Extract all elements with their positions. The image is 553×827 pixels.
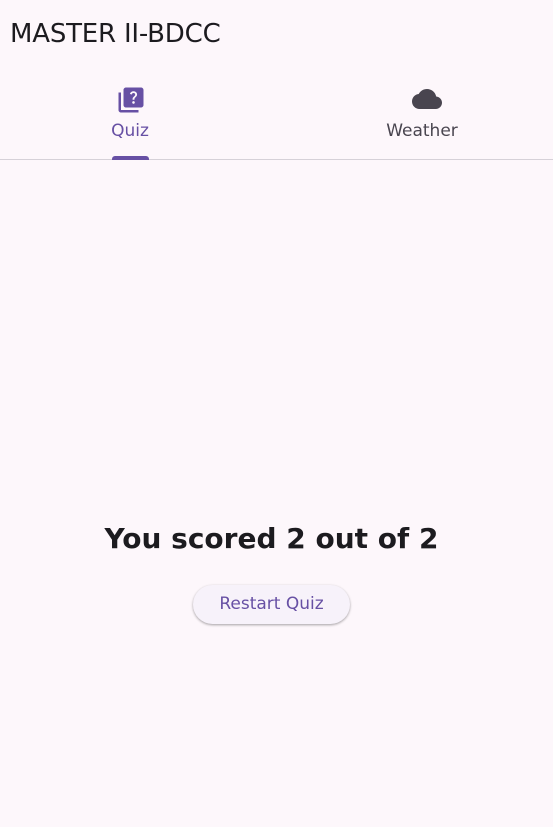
- score-text: You scored 2 out of 2: [104, 522, 439, 555]
- tab-bar: Quiz Weather: [0, 72, 553, 160]
- tab-quiz-label: Quiz: [111, 121, 149, 141]
- quiz-icon: [118, 87, 144, 113]
- restart-quiz-button[interactable]: Restart Quiz: [193, 585, 350, 624]
- cloud-icon: [412, 89, 442, 109]
- app-title: MASTER II-BDCC: [10, 19, 221, 49]
- tab-quiz[interactable]: Quiz: [0, 72, 276, 158]
- active-tab-indicator: [112, 156, 149, 160]
- app-bar: MASTER II-BDCC: [0, 0, 553, 68]
- tab-weather-label: Weather: [386, 121, 458, 141]
- tab-weather[interactable]: Weather: [276, 72, 552, 158]
